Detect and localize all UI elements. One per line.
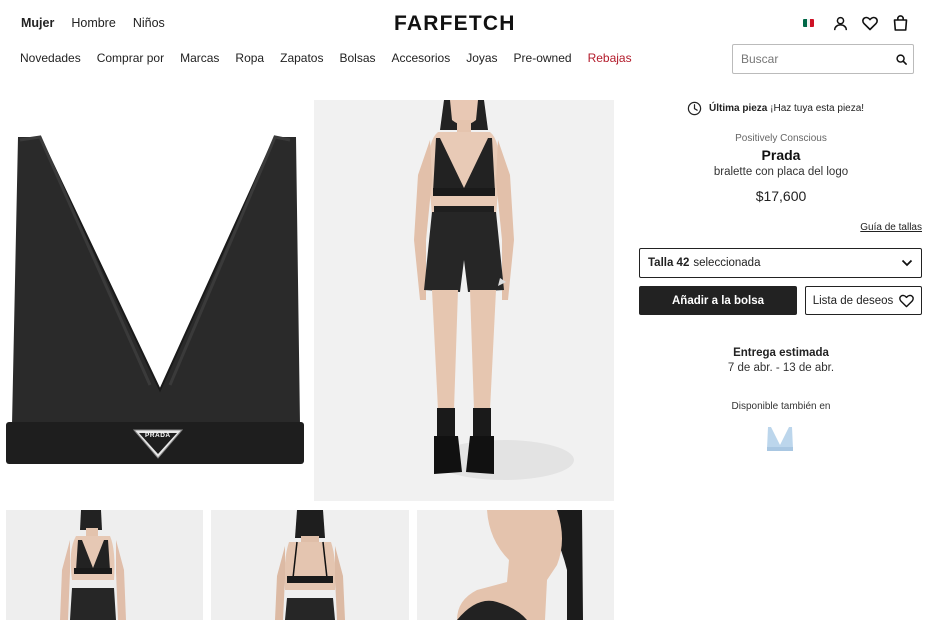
last-piece-bold: Última pieza <box>709 103 768 114</box>
header-icons <box>803 14 908 32</box>
size-selected-suffix: seleccionada <box>693 257 761 269</box>
search-box <box>732 44 914 74</box>
product-image-model[interactable] <box>314 100 614 501</box>
last-piece-text: ¡Haz tuya esta pieza! <box>767 103 865 114</box>
delivery-dates: 7 de abr. - 13 de abr. <box>727 362 835 374</box>
tab-mujer[interactable]: Mujer <box>21 16 54 30</box>
nav-novedades[interactable]: Novedades <box>20 51 81 65</box>
bag-icon[interactable] <box>892 14 908 32</box>
product-name: bralette con placa del logo <box>713 166 849 178</box>
nav-ropa[interactable]: Ropa <box>235 51 264 65</box>
search-input[interactable] <box>741 52 896 66</box>
nav-marcas[interactable]: Marcas <box>180 51 219 65</box>
last-piece-notice: Última pieza ¡Haz tuya esta pieza! <box>687 101 864 116</box>
logo-plate-text: PRADA <box>145 432 171 439</box>
nav-joyas[interactable]: Joyas <box>466 51 497 65</box>
brand-name[interactable]: Prada <box>640 147 922 163</box>
nav-pre-owned[interactable]: Pre-owned <box>514 51 572 65</box>
also-available-label: Disponible también en <box>731 401 831 412</box>
main-nav: Novedades Comprar por Marcas Ropa Zapato… <box>20 51 632 65</box>
account-icon[interactable] <box>832 14 848 32</box>
product-image-main[interactable]: PRADA <box>0 100 308 500</box>
nav-rebajas[interactable]: Rebajas <box>588 51 632 65</box>
site-logo[interactable]: FARFETCH <box>394 12 516 36</box>
nav-zapatos[interactable]: Zapatos <box>280 51 323 65</box>
nav-accesorios[interactable]: Accesorios <box>392 51 451 65</box>
size-selected-value: Talla 42 <box>648 257 690 269</box>
heart-icon <box>899 294 915 308</box>
flag-icon[interactable] <box>803 19 814 27</box>
tab-hombre[interactable]: Hombre <box>71 16 115 30</box>
product-image-thumb-3[interactable] <box>417 510 614 620</box>
heart-icon[interactable] <box>862 14 878 32</box>
size-select[interactable]: Talla 42 seleccionada <box>639 248 922 278</box>
product-image-thumb-2[interactable] <box>211 510 409 620</box>
delivery-title: Entrega estimada <box>733 347 829 359</box>
eco-label[interactable]: Positively Conscious <box>640 133 922 144</box>
product-price: $17,600 <box>755 188 807 204</box>
wishlist-label: Lista de deseos <box>812 294 894 307</box>
variant-swatch-light-blue[interactable] <box>764 423 796 455</box>
wishlist-button[interactable]: Lista de deseos <box>805 286 922 315</box>
chevron-down-icon <box>901 259 913 267</box>
add-to-bag-button[interactable]: Añadir a la bolsa <box>639 286 797 315</box>
search-icon[interactable] <box>896 53 907 65</box>
clock-icon <box>687 101 702 116</box>
tab-ninos[interactable]: Niños <box>133 16 165 30</box>
size-guide-link[interactable]: Guía de tallas <box>860 222 922 233</box>
nav-bolsas[interactable]: Bolsas <box>339 51 375 65</box>
gender-tabs: Mujer Hombre Niños <box>21 16 165 30</box>
nav-comprar-por[interactable]: Comprar por <box>97 51 164 65</box>
product-image-thumb-1[interactable] <box>6 510 203 620</box>
